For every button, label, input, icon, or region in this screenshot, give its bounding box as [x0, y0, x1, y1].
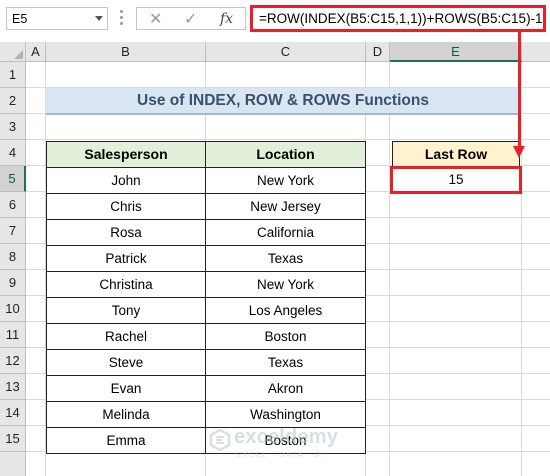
sheet-title[interactable]: Use of INDEX, ROW & ROWS Functions: [46, 88, 520, 115]
watermark-tagline: EXCEL · DATA · BI: [236, 450, 325, 459]
header-salesperson[interactable]: Salesperson: [46, 141, 206, 168]
cancel-icon[interactable]: ✕: [149, 9, 162, 29]
cell-salesperson[interactable]: Evan: [46, 376, 206, 402]
formula-input[interactable]: =ROW(INDEX(B5:C15,1,1))+ROWS(B5:C15)-1: [250, 5, 546, 32]
cell-location[interactable]: Texas: [205, 350, 366, 376]
row-header-1[interactable]: 1: [0, 62, 26, 88]
row-header-12[interactable]: 12: [0, 348, 26, 374]
row-header-6[interactable]: 6: [0, 192, 26, 218]
row-header-11[interactable]: 11: [0, 322, 26, 348]
column-header-d[interactable]: D: [366, 42, 390, 62]
column-header-f[interactable]: [522, 42, 550, 62]
column-header-b[interactable]: B: [46, 42, 206, 62]
cell-location[interactable]: Washington: [205, 402, 366, 428]
cell-salesperson[interactable]: Rosa: [46, 220, 206, 246]
row-header-16[interactable]: [0, 452, 26, 476]
cell-salesperson[interactable]: Tony: [46, 298, 206, 324]
row-header-4[interactable]: 4: [0, 140, 26, 166]
insert-function-icon[interactable]: fx: [220, 11, 233, 27]
cell-location[interactable]: Texas: [205, 246, 366, 272]
callout-arrow-line: [518, 32, 521, 148]
watermark-name: exceldemy: [234, 426, 339, 448]
cell-salesperson[interactable]: Patrick: [46, 246, 206, 272]
header-location[interactable]: Location: [205, 141, 366, 168]
cell-location[interactable]: New Jersey: [205, 194, 366, 220]
column-header-a[interactable]: A: [26, 42, 46, 62]
row-header-7[interactable]: 7: [0, 218, 26, 244]
name-box-value: E5: [12, 12, 28, 26]
drag-handle-icon[interactable]: [120, 10, 124, 26]
row-header-13[interactable]: 13: [0, 374, 26, 400]
last-row-header[interactable]: Last Row: [392, 141, 520, 168]
chevron-down-icon[interactable]: [95, 16, 103, 21]
cell-location[interactable]: New York: [205, 272, 366, 298]
cell-salesperson[interactable]: Steve: [46, 350, 206, 376]
row-header-9[interactable]: 9: [0, 270, 26, 296]
cell-salesperson[interactable]: Rachel: [46, 324, 206, 350]
cell-salesperson[interactable]: Melinda: [46, 402, 206, 428]
cell-location[interactable]: Boston: [205, 324, 366, 350]
row-header-2[interactable]: 2: [0, 88, 26, 114]
gridline: [26, 139, 550, 140]
column-header-c[interactable]: C: [206, 42, 366, 62]
row-header-8[interactable]: 8: [0, 244, 26, 270]
cell-salesperson[interactable]: John: [46, 168, 206, 194]
row-header-5[interactable]: 5: [0, 166, 26, 192]
formula-buttons: ✕ ✓ fx: [136, 7, 246, 30]
cell-location[interactable]: New York: [205, 168, 366, 194]
cell-location[interactable]: Akron: [205, 376, 366, 402]
watermark: exceldemy EXCEL · DATA · BI: [208, 426, 368, 466]
arrow-down-icon: [513, 146, 525, 158]
cell-location[interactable]: Los Angeles: [205, 298, 366, 324]
row-header-3[interactable]: 3: [0, 114, 26, 140]
cell-salesperson[interactable]: Emma: [46, 428, 206, 454]
select-all-button[interactable]: [0, 42, 26, 62]
row-header-14[interactable]: 14: [0, 400, 26, 426]
cell-salesperson[interactable]: Chris: [46, 194, 206, 220]
enter-icon[interactable]: ✓: [184, 9, 197, 29]
row-header-10[interactable]: 10: [0, 296, 26, 322]
cell-location[interactable]: California: [205, 220, 366, 246]
cell-salesperson[interactable]: Christina: [46, 272, 206, 298]
formula-bar: E5 ✕ ✓ fx =ROW(INDEX(B5:C15,1,1))+ROWS(B…: [0, 0, 550, 42]
column-header-e[interactable]: E: [390, 42, 522, 62]
row-header-15[interactable]: 15: [0, 426, 26, 452]
select-all-icon: [14, 50, 23, 59]
name-box[interactable]: E5: [6, 7, 108, 30]
exceldemy-logo-icon: [209, 428, 231, 452]
formula-text: =ROW(INDEX(B5:C15,1,1))+ROWS(B5:C15)-1: [259, 11, 543, 26]
last-row-result-cell[interactable]: 15: [390, 166, 522, 194]
